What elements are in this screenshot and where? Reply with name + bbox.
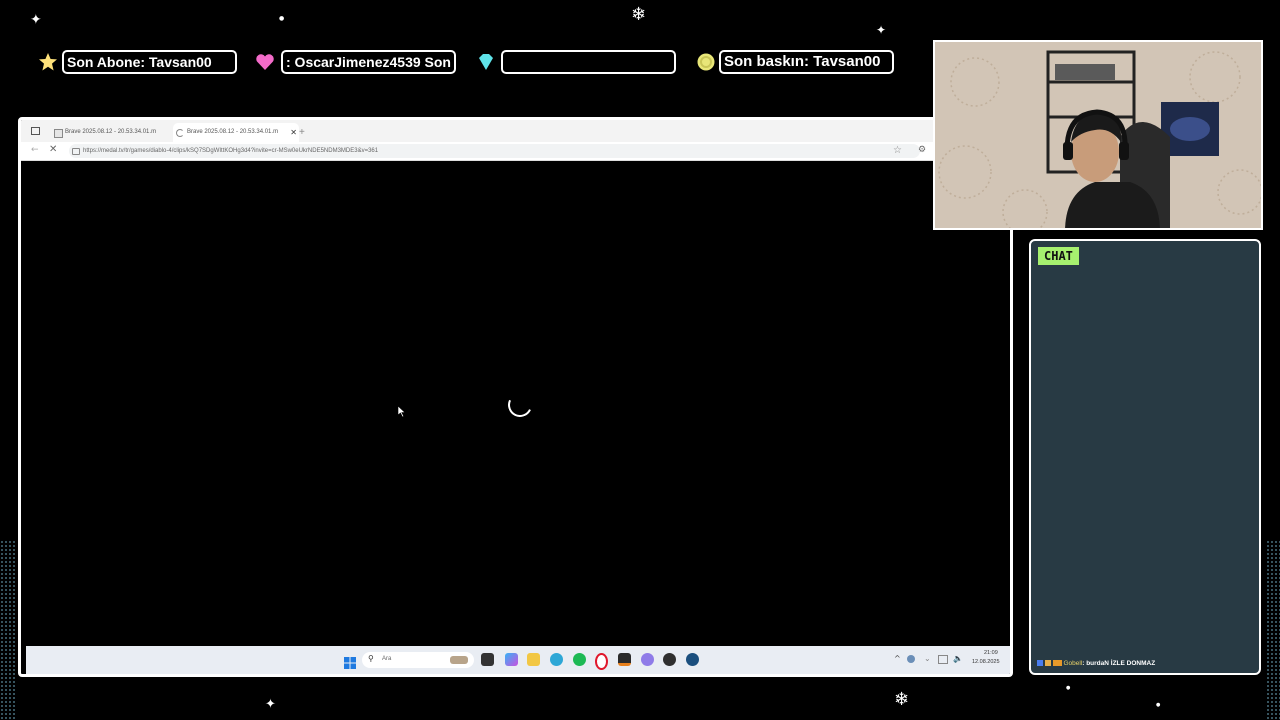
tab-2[interactable]: Brave 2025.08.12 - 20.53.34.01.m ✕: [173, 123, 299, 142]
pixel-dots-decoration: [0, 540, 16, 720]
chrome-icon[interactable]: [663, 653, 676, 666]
snowflake-icon: ❄: [894, 689, 910, 710]
screen-capture: Brave 2025.08.12 - 20.53.34.01.m ✕ Brave…: [18, 117, 1013, 677]
search-highlight-icon: [450, 656, 468, 664]
file-explorer-icon[interactable]: [527, 653, 540, 666]
reload-icon[interactable]: ✕: [49, 144, 57, 155]
search-placeholder: Ara: [382, 656, 392, 662]
badge-icon: [1037, 660, 1043, 667]
coin-icon: [696, 52, 716, 72]
badge-icon: [1052, 660, 1062, 667]
url-field[interactable]: https://medal.tv/tr/games/diablo-4/clips…: [69, 144, 920, 158]
extension-icon[interactable]: ⚙: [918, 145, 926, 155]
wifi-icon[interactable]: ⌄: [924, 654, 931, 663]
address-bar: ← ✕ https://medal.tv/tr/games/diablo-4/c…: [21, 142, 1010, 161]
clock-date[interactable]: 12.08.2025: [972, 659, 1000, 665]
snowflake-icon: ❄: [631, 4, 647, 25]
steam-icon[interactable]: [686, 653, 699, 666]
windows-start-icon[interactable]: [344, 654, 356, 673]
loading-spinner: [504, 389, 536, 421]
last-sub-label: Son Abone: Tavsan00: [62, 50, 237, 74]
webcam-feed: [933, 40, 1263, 230]
spotify-icon[interactable]: [573, 653, 586, 666]
edge-icon[interactable]: [550, 653, 563, 666]
chat-panel: CHAT Gobell: burdaN İZLE DONMAZ: [1029, 239, 1261, 675]
tab-1-label: Brave 2025.08.12 - 20.53.34.01.m: [65, 129, 157, 135]
opera-icon[interactable]: [595, 653, 608, 670]
display-icon[interactable]: [938, 655, 948, 664]
chat-message: Gobell: burdaN İZLE DONMAZ: [1037, 660, 1155, 667]
empty-label: [501, 50, 676, 74]
windows-taskbar: ⚲ Ara ^ ⌄ 🔈 21:09 12.08.2025: [26, 646, 1010, 674]
search-box[interactable]: ⚲ Ara: [362, 652, 474, 668]
volume-icon[interactable]: 🔈: [953, 654, 963, 663]
chat-text: : burdaN İZLE DONMAZ: [1082, 660, 1156, 667]
last-raid-label: Son baskın: Tavsan00: [719, 50, 894, 74]
new-tab-button[interactable]: +: [299, 123, 309, 142]
star-icon: [38, 52, 58, 72]
task-view-icon[interactable]: [481, 653, 494, 666]
sparkle-icon: ✦: [30, 12, 42, 28]
brave-icon: [54, 129, 63, 138]
tab-2-label: Brave 2025.08.12 - 20.53.34.01.m: [187, 129, 279, 135]
tray-chevron-icon[interactable]: ^: [894, 654, 901, 663]
site-info-icon: [72, 148, 80, 155]
chat-username: Gobell: [1063, 660, 1083, 667]
sparkle-icon: ✦: [265, 697, 276, 712]
pixel-dots-decoration: [1266, 540, 1280, 720]
copilot-icon[interactable]: [505, 653, 518, 666]
sparkle-icon: ●: [1066, 685, 1071, 691]
network-icon[interactable]: [907, 655, 915, 663]
url-text: https://medal.tv/tr/games/diablo-4/clips…: [83, 148, 379, 154]
bookmark-star-icon[interactable]: ☆: [893, 145, 902, 156]
sparkle-icon: ✦: [876, 23, 887, 37]
obs-icon[interactable]: [641, 653, 654, 666]
tab-1[interactable]: Brave 2025.08.12 - 20.53.34.01.m ✕: [51, 123, 183, 142]
last-follower-label: : OscarJimenez4539 Son: [281, 50, 456, 74]
mouse-cursor-icon: [397, 402, 406, 421]
close-tab-icon[interactable]: ✕: [290, 123, 297, 142]
back-icon[interactable]: ←: [31, 145, 39, 155]
badge-icon: [1044, 660, 1051, 667]
heart-icon: [255, 52, 275, 72]
clock-time[interactable]: 21:09: [984, 650, 998, 656]
app-icon[interactable]: [618, 653, 631, 666]
tab-bar: Brave 2025.08.12 - 20.53.34.01.m ✕ Brave…: [21, 120, 1010, 142]
diamond-icon: [476, 52, 496, 72]
chat-title: CHAT: [1038, 247, 1079, 265]
sparkle-icon: ●: [279, 15, 285, 22]
sparkle-icon: ●: [1156, 702, 1161, 708]
window-menu-icon[interactable]: [31, 127, 40, 135]
search-icon: ⚲: [368, 654, 374, 663]
loading-icon: [176, 129, 184, 137]
